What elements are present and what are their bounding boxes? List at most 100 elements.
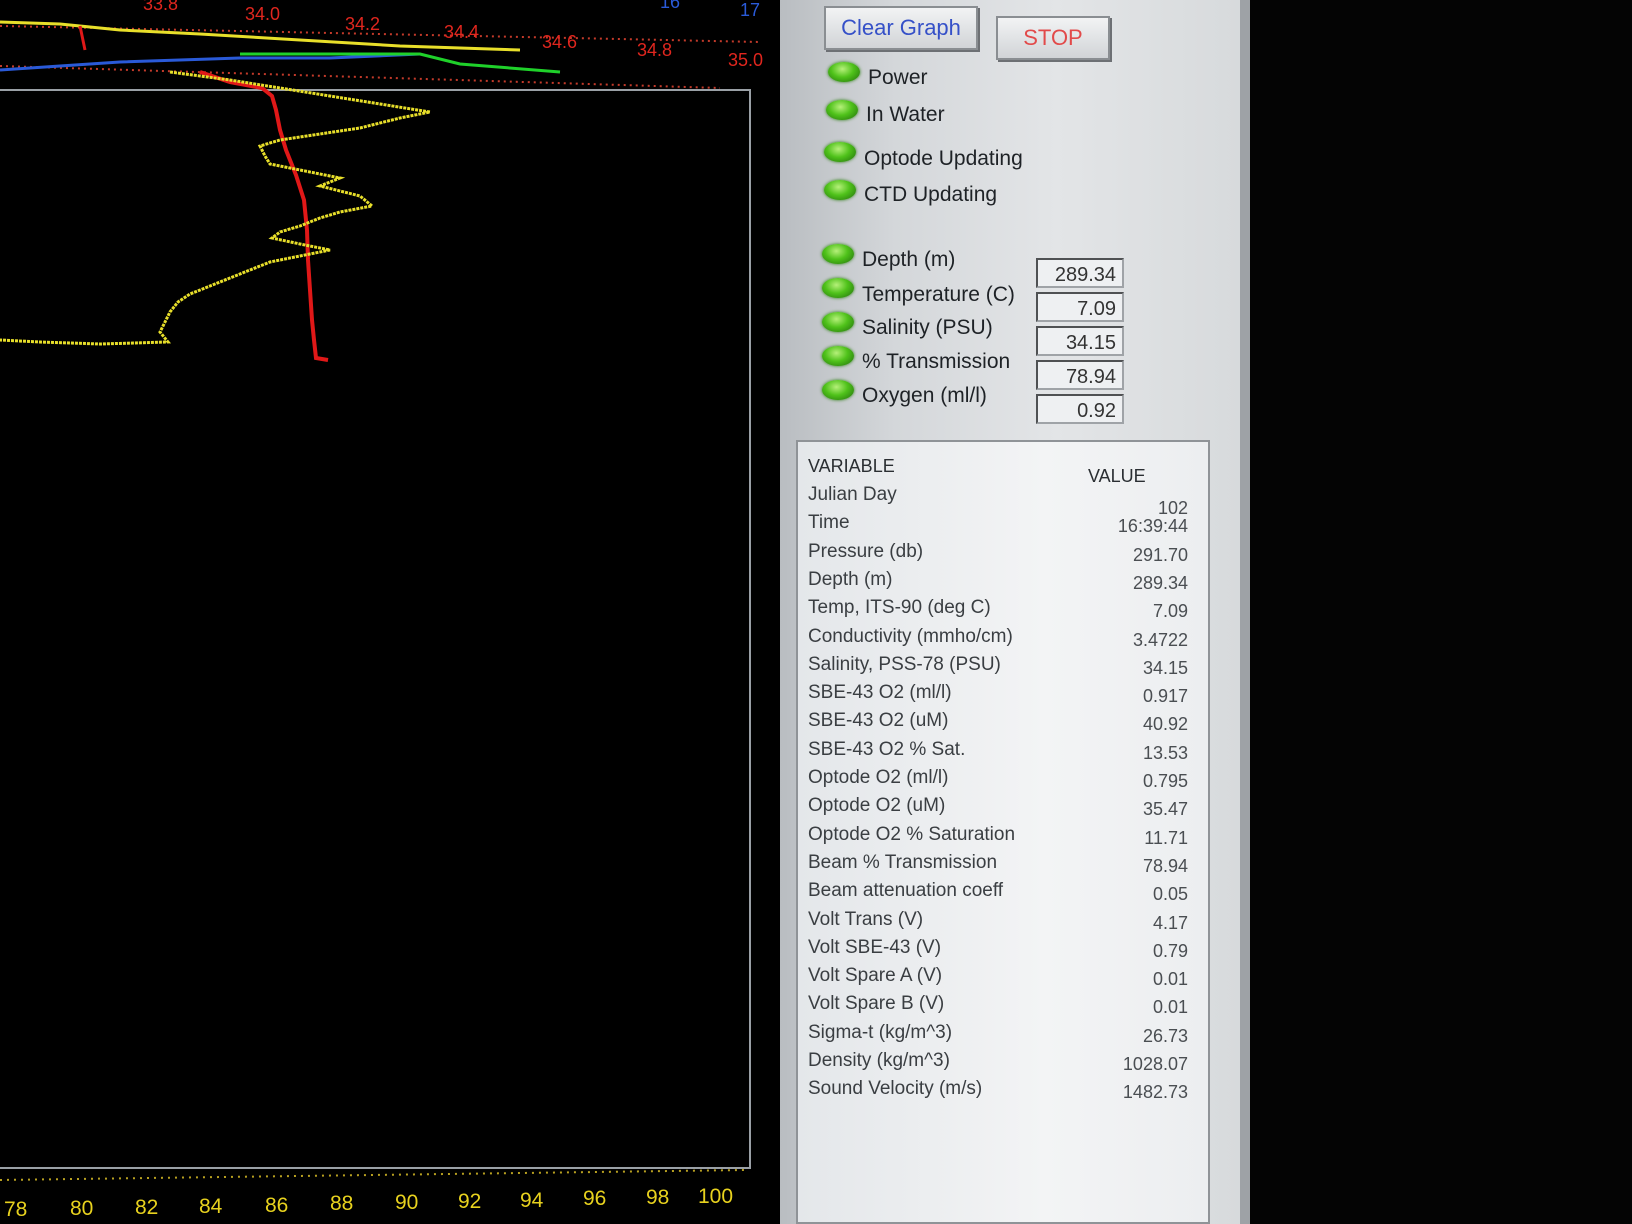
panel-border (1240, 0, 1250, 1224)
table-cell-variable: SBE-43 O2 (ml/l) (808, 682, 952, 704)
bottom-tick-label: 90 (395, 1191, 418, 1214)
table-cell-value: 35.47 (1142, 799, 1188, 820)
table-header-variable: VARIABLE (808, 456, 895, 476)
table-cell-value: 0.79 (1152, 940, 1188, 961)
top-blue-tick-labels: 16 17 (660, 0, 760, 20)
readout-value-oxygen: 0.92 (1036, 394, 1124, 424)
table-cell-variable: Volt Trans (V) (808, 908, 924, 930)
table-cell-variable: Beam % Transmission (808, 851, 998, 873)
desktop-background (1250, 0, 1632, 1224)
table-row: Pressure (db) 291.70 (798, 541, 1208, 569)
bottom-tick-label: 94 (520, 1189, 544, 1212)
bottom-axis-tick-labels: 78 80 82 84 86 88 90 92 94 96 98 100 (4, 1185, 733, 1221)
table-cell-variable: Volt SBE-43 (V) (808, 936, 942, 958)
table-cell-value: 7.09 (1152, 601, 1188, 622)
clear-graph-button[interactable]: Clear Graph (824, 6, 978, 50)
top-tick-label: 34.6 (542, 32, 577, 52)
table-row: Optode O2 (uM) 35.47 (798, 795, 1208, 823)
profile-chart: 33.8 34.0 34.2 34.4 34.6 34.8 35.0 16 17… (0, 0, 763, 1221)
table-cell-value: 0.917 (1142, 686, 1188, 707)
oxygen-led-icon (822, 380, 854, 400)
table-cell-value: 0.01 (1152, 969, 1188, 990)
table-cell-variable: Optode O2 (uM) (808, 795, 946, 817)
top-axis-line-lower (0, 65, 721, 89)
table-cell-variable: Julian Day (808, 484, 897, 505)
table-row: Beam % Transmission 78.94 (798, 852, 1208, 880)
table-cell-variable: Density (kg/m^3) (808, 1050, 950, 1071)
table-row: Julian Day 102 (798, 484, 1208, 518)
readout-value-salinity: 34.15 (1036, 326, 1124, 356)
readout-value-temperature: 7.09 (1036, 292, 1124, 322)
top-tick-label: 34.4 (444, 22, 479, 42)
readout-label-salinity: Salinity (PSU) (862, 316, 993, 339)
plot-frame (0, 89, 751, 1169)
table-cell-variable: Temp, ITS-90 (deg C) (808, 597, 991, 619)
readout-label-transmission: % Transmission (862, 350, 1011, 373)
top-tick-label: 34.0 (245, 4, 280, 24)
top-tick-label: 35.0 (728, 50, 763, 70)
ctd-updating-led-icon (824, 180, 856, 200)
table-cell-value: 34.15 (1142, 657, 1188, 678)
readout-label-oxygen: Oxygen (ml/l) (862, 384, 987, 407)
ctd-profile-plot: 33.8 34.0 34.2 34.4 34.6 34.8 35.0 16 17… (0, 0, 780, 1224)
control-panel: Clear Graph STOP Power In Water Optode U… (780, 0, 1240, 1224)
table-row: Beam attenuation coeff 0.05 (798, 880, 1208, 908)
bottom-tick-label: 84 (199, 1195, 223, 1218)
transmission-trace-surface (0, 20, 521, 52)
table-row: Volt SBE-43 (V) 0.79 (798, 937, 1208, 965)
bottom-tick-label: 96 (583, 1187, 606, 1210)
bottom-tick-label: 88 (330, 1192, 353, 1215)
bottom-tick-label: 92 (458, 1190, 481, 1213)
bottom-tick-label: 100 (698, 1185, 733, 1208)
table-row: Optode O2 (ml/l) 0.795 (798, 767, 1208, 795)
indicator-label-ctd-updating: CTD Updating (864, 183, 998, 206)
table-cell-variable: Pressure (db) (808, 540, 924, 562)
table-row: Optode O2 % Saturation 11.71 (798, 824, 1208, 852)
temperature-trace (0, 52, 421, 72)
power-led-icon (828, 62, 860, 82)
table-cell-variable: SBE-43 O2 % Sat. (808, 738, 966, 760)
table-cell-value: 289.34 (1132, 572, 1188, 593)
optode-updating-led-icon (824, 142, 856, 162)
indicator-label-power: Power (868, 66, 928, 89)
table-cell-value: 1482.73 (1122, 1082, 1188, 1103)
table-cell-value: 0.795 (1142, 771, 1188, 791)
table-row: Time 16:39:44 (798, 512, 1208, 540)
bottom-tick-label: 98 (646, 1186, 669, 1209)
top-blue-tick-label: 17 (740, 0, 760, 20)
readout-label-temperature: Temperature (C) (862, 283, 1015, 306)
table-cell-value: 4.17 (1152, 912, 1188, 933)
table-row: SBE-43 O2 (uM) 40.92 (798, 710, 1208, 738)
table-row: Volt Spare A (V) 0.01 (798, 965, 1208, 993)
table-cell-variable: Beam attenuation coeff (808, 880, 1004, 902)
table-cell-variable: Conductivity (mmho/cm) (808, 625, 1013, 647)
table-row: Volt Spare B (V) 0.01 (798, 993, 1208, 1021)
transmission-led-icon (822, 346, 854, 366)
indicator-label-optode-updating: Optode Updating (864, 147, 1023, 170)
top-tick-label: 34.8 (637, 40, 672, 60)
table-cell-variable: Salinity, PSS-78 (PSU) (808, 653, 1001, 675)
table-cell-value: 11.71 (1144, 827, 1188, 848)
bottom-tick-label: 80 (70, 1197, 93, 1220)
indicator-label-in-water: In Water (866, 103, 945, 126)
table-cell-value: 0.01 (1152, 997, 1188, 1018)
bottom-axis-line (0, 1169, 746, 1181)
table-row: Sound Velocity (m/s) 1482.73 (798, 1078, 1208, 1106)
table-cell-value: 13.53 (1142, 742, 1188, 763)
salinity-led-icon (822, 312, 854, 332)
table-cell-variable: Sound Velocity (m/s) (808, 1078, 983, 1100)
bottom-tick-label: 78 (4, 1198, 27, 1221)
salinity-trace-surface (78, 25, 87, 51)
readout-value-transmission: 78.94 (1036, 360, 1124, 390)
top-blue-tick-label: 16 (660, 0, 680, 12)
stop-button[interactable]: STOP (996, 16, 1110, 60)
temperature-led-icon (822, 278, 854, 298)
table-cell-variable: Volt Spare A (V) (808, 965, 943, 987)
table-cell-variable: Time (808, 512, 850, 534)
table-cell-value: 3.4722 (1132, 629, 1188, 650)
top-tick-label: 33.8 (143, 0, 178, 14)
table-cell-value: 40.92 (1142, 714, 1188, 735)
bottom-tick-label: 82 (135, 1196, 158, 1219)
variable-table[interactable]: VARIABLE VALUE Julian Day 102 Time 16:39:44… (796, 440, 1210, 1224)
readout-label-depth: Depth (m) (862, 248, 956, 271)
